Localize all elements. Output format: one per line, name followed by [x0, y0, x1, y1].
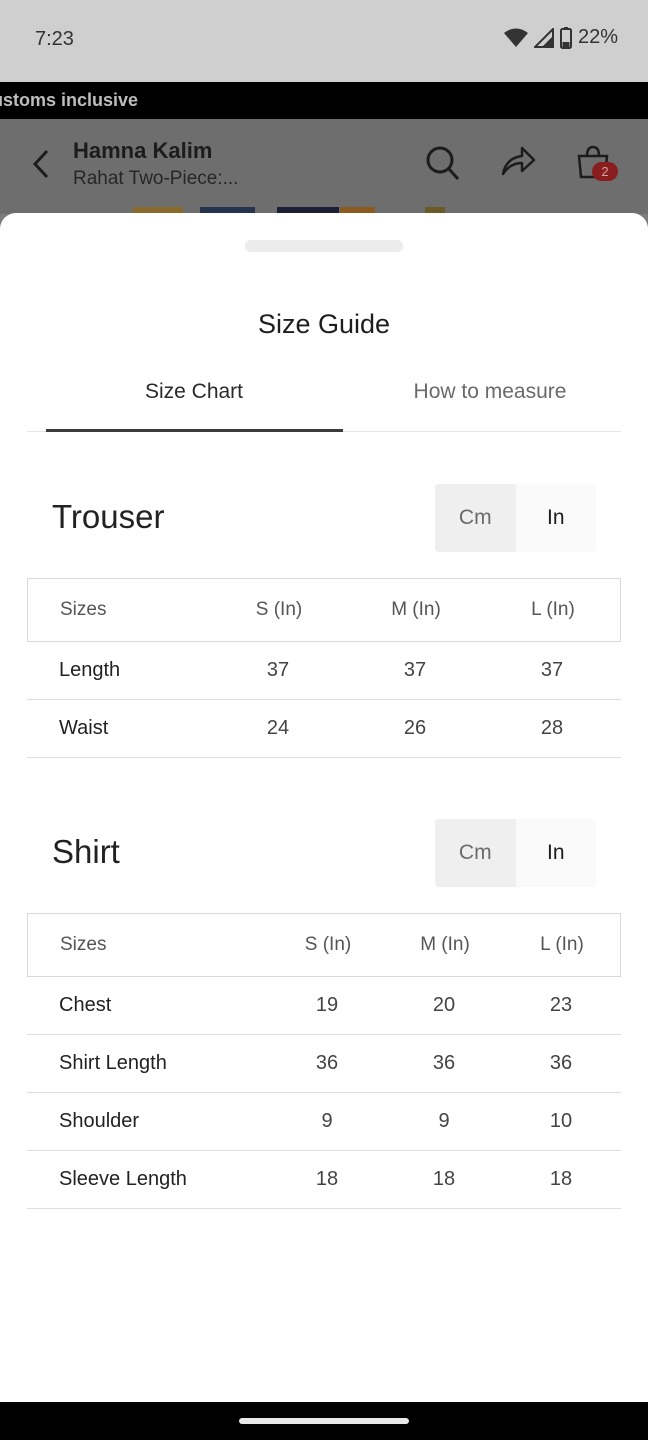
table-cell: 37	[403, 659, 427, 681]
table-cell: 19	[315, 994, 339, 1016]
promo-banner-text: ustoms inclusive	[0, 90, 139, 110]
brand-name: Hamna Kalim	[73, 138, 213, 163]
system-nav-bar	[0, 1402, 648, 1440]
table-header-cell: S (In)	[304, 934, 352, 955]
table-cell: 24	[266, 717, 290, 739]
cart-count-badge: 2	[592, 162, 618, 181]
table-cell: 9	[438, 1110, 450, 1132]
table-cell: 37	[540, 659, 564, 681]
table-row: Shirt Length 36 36 36	[27, 1035, 621, 1093]
table-cell: 23	[549, 994, 573, 1016]
search-icon[interactable]	[425, 144, 461, 182]
table-header-cell: M (In)	[420, 934, 470, 955]
table-cell: 36	[549, 1052, 573, 1074]
trouser-table-header: Sizes S (In) M (In) L (In)	[27, 578, 621, 642]
table-cell: 20	[432, 994, 456, 1016]
drag-handle[interactable]	[245, 240, 403, 252]
row-label: Waist	[59, 717, 109, 739]
tab-how-to-measure[interactable]: How to measure	[342, 380, 638, 404]
table-cell: 36	[432, 1052, 456, 1074]
shirt-unit-in-option[interactable]: In	[515, 819, 596, 887]
table-cell: 37	[266, 659, 290, 681]
shirt-unit-cm-option[interactable]: Cm	[435, 819, 516, 887]
table-row: Sleeve Length 18 18 18	[27, 1151, 621, 1209]
shirt-section-title: Shirt	[52, 833, 120, 870]
table-cell: 28	[540, 717, 564, 739]
app-header	[0, 119, 648, 214]
status-time: 7:23	[35, 28, 74, 50]
promo-banner: ustoms inclusive	[0, 82, 648, 119]
table-cell: 9	[321, 1110, 333, 1132]
table-header-cell: S (In)	[255, 599, 303, 620]
table-row: Chest 19 20 23	[27, 977, 621, 1035]
active-tab-indicator	[46, 429, 343, 432]
shirt-unit-toggle: Cm In	[435, 819, 596, 887]
row-label: Sleeve Length	[59, 1168, 187, 1190]
table-row: Shoulder 9 9 10	[27, 1093, 621, 1151]
table-header-cell: Sizes	[60, 934, 107, 955]
share-icon[interactable]	[500, 144, 536, 178]
table-row: Waist 24 26 28	[27, 700, 621, 758]
table-cell: 18	[315, 1168, 339, 1190]
product-name: Rahat Two-Piece:...	[73, 168, 239, 189]
row-label: Chest	[59, 994, 112, 1016]
status-indicators: 22%	[503, 26, 618, 49]
table-cell: 18	[549, 1168, 573, 1190]
table-cell: 18	[432, 1168, 456, 1190]
row-label: Shirt Length	[59, 1052, 167, 1074]
table-header-cell: L (In)	[531, 599, 575, 620]
trouser-unit-in-option[interactable]: In	[515, 484, 596, 552]
table-cell: 36	[315, 1052, 339, 1074]
status-bar: 7:23 22%	[0, 0, 648, 82]
table-header-cell: L (In)	[540, 934, 584, 955]
signal-icon	[533, 27, 554, 48]
trouser-section-title: Trouser	[52, 498, 165, 535]
table-header-cell: Sizes	[60, 599, 107, 620]
row-label: Shoulder	[59, 1110, 140, 1132]
table-cell: 10	[549, 1110, 573, 1132]
sheet-title: Size Guide	[257, 309, 391, 339]
table-header-cell: M (In)	[391, 599, 441, 620]
trouser-unit-toggle: Cm In	[435, 484, 596, 552]
wifi-icon	[503, 28, 528, 47]
home-gesture-pill[interactable]	[239, 1418, 409, 1424]
table-cell: 26	[403, 717, 427, 739]
battery-percent: 22%	[577, 26, 618, 48]
table-row: Length 37 37 37	[27, 642, 621, 700]
tab-size-chart[interactable]: Size Chart	[46, 380, 342, 404]
row-label: Length	[59, 659, 121, 681]
trouser-unit-cm-option[interactable]: Cm	[435, 484, 516, 552]
back-arrow-icon[interactable]	[30, 148, 52, 180]
battery-icon	[559, 26, 572, 49]
shirt-table-header: Sizes S (In) M (In) L (In)	[27, 913, 621, 977]
size-guide-sheet: Size Guide Size Chart How to measure Tro…	[0, 213, 648, 1402]
